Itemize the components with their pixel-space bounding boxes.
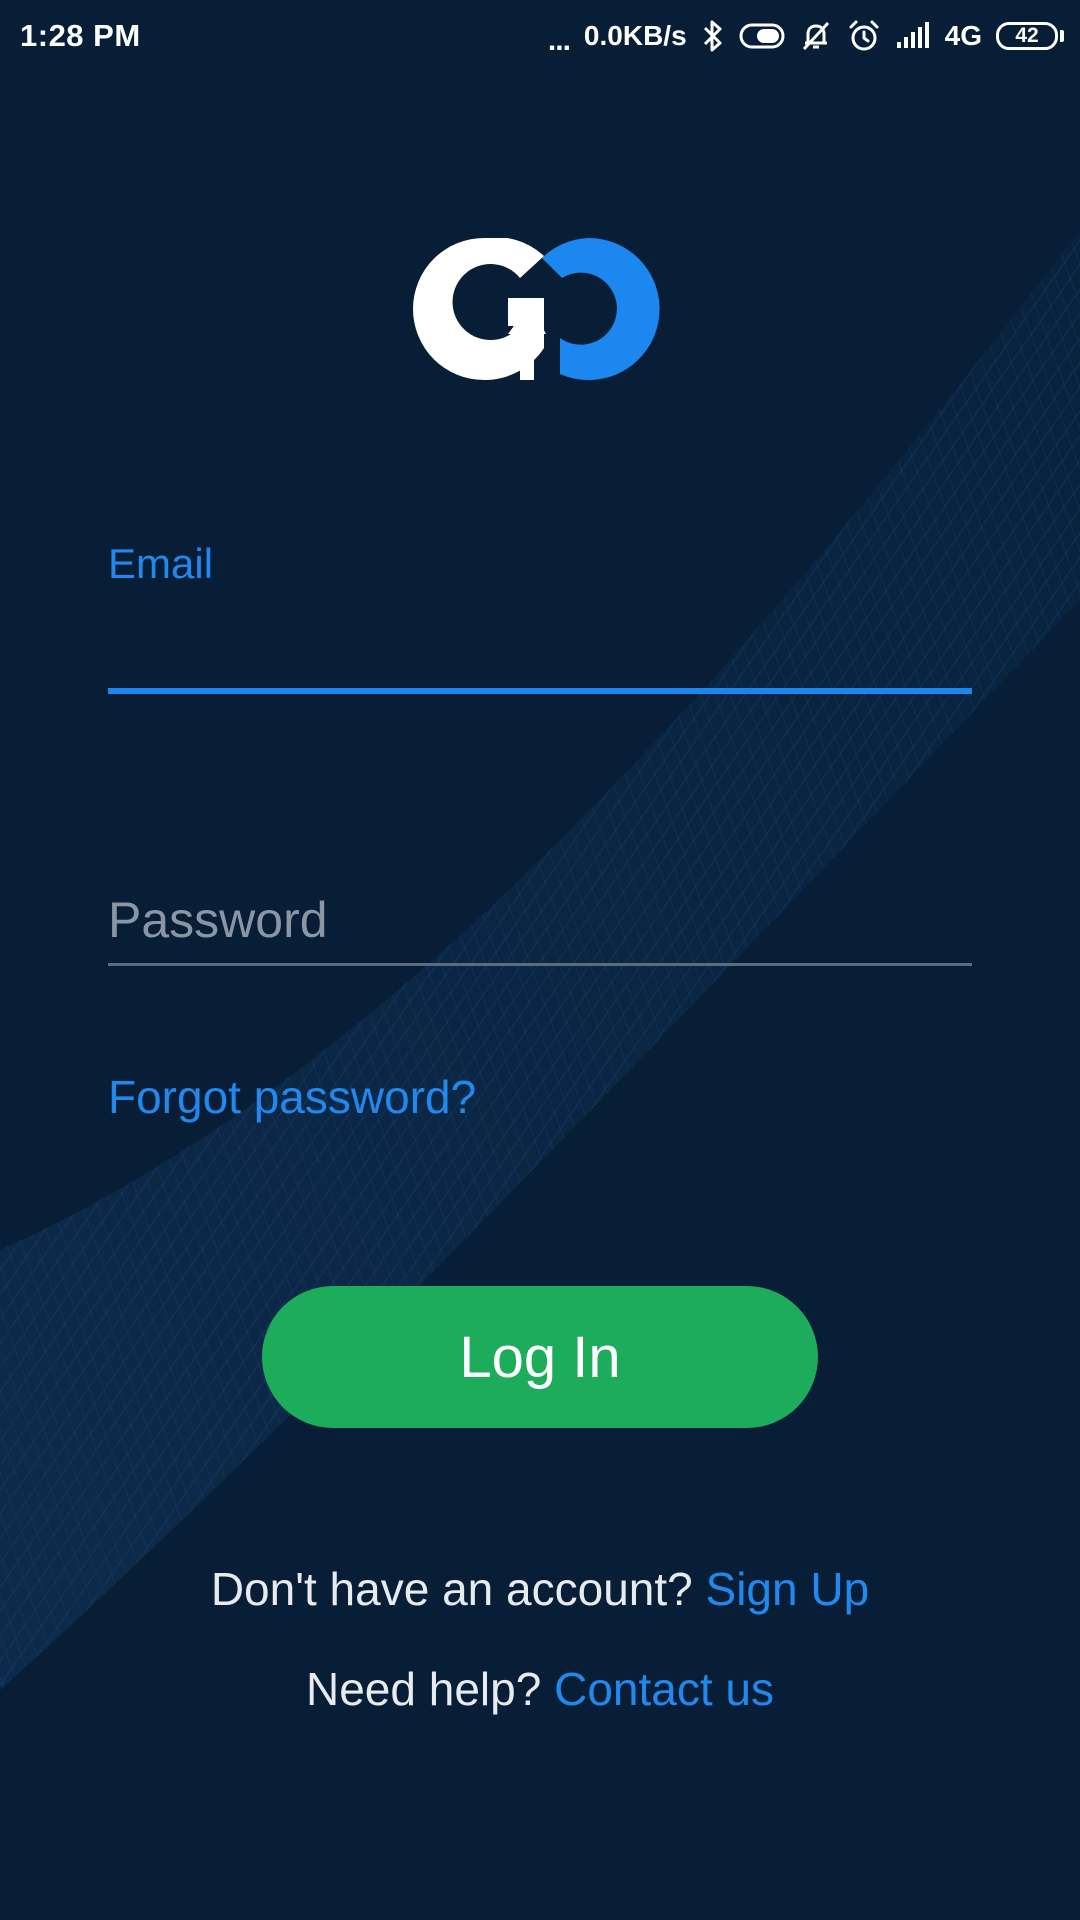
password-field[interactable] <box>108 880 972 960</box>
signup-row: Don't have an account? Sign Up <box>0 1562 1080 1616</box>
email-field[interactable] <box>108 600 972 684</box>
battery-level: 42 <box>1015 24 1039 47</box>
logo-o-shape <box>542 238 660 380</box>
signup-link[interactable]: Sign Up <box>706 1563 870 1615</box>
status-time: 1:28 PM <box>20 18 141 53</box>
password-underline <box>108 963 972 966</box>
signup-prompt: Don't have an account? <box>210 1563 693 1615</box>
mute-icon <box>799 19 833 53</box>
more-notifications-indicator: ... <box>547 24 571 57</box>
status-icons: ... 0.0KB/s 4G 42 <box>548 16 1064 56</box>
battery-tip <box>1060 30 1064 42</box>
battery-icon: 42 <box>996 22 1058 50</box>
alarm-icon <box>847 19 881 53</box>
forgot-password-link[interactable]: Forgot password? <box>108 1070 476 1124</box>
login-button[interactable]: Log In <box>262 1286 818 1428</box>
help-row: Need help? Contact us <box>0 1662 1080 1716</box>
data-speed: 0.0KB/s <box>583 20 687 51</box>
signal-icon <box>895 22 931 50</box>
toggle-icon <box>739 22 785 50</box>
email-underline <box>108 688 972 694</box>
help-prompt: Need help? <box>306 1663 542 1715</box>
login-screen: Email Forgot password? Log In Don't have… <box>0 0 1080 1920</box>
email-label: Email <box>108 540 214 587</box>
network-type: 4G <box>944 20 982 51</box>
contact-us-link[interactable]: Contact us <box>554 1663 774 1715</box>
status-bar: 1:28 PM ... 0.0KB/s 4G 42 <box>0 0 1080 72</box>
go-logo <box>413 238 660 380</box>
bluetooth-icon <box>701 19 725 53</box>
